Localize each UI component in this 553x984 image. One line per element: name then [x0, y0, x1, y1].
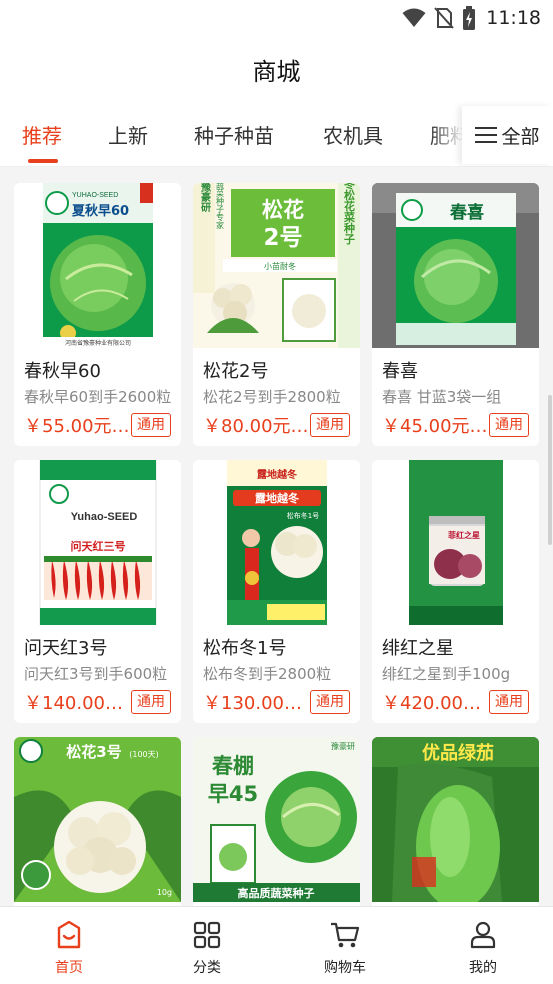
product-price: ￥420.00元/罐	[382, 693, 490, 714]
product-name: 松花2号	[203, 361, 269, 382]
product-card[interactable]: 菲红之星 绯红之星 绯红之星到手100g ￥420.00元/罐 通用	[372, 460, 539, 723]
svg-text:豫豪研: 豫豪研	[331, 741, 355, 751]
product-price: ￥45.00元/袋	[382, 416, 490, 437]
tab-seeds[interactable]: 种子种苗	[194, 120, 274, 149]
product-card[interactable]: 优品绿茄	[372, 737, 539, 906]
product-name: 春秋早60	[24, 361, 101, 382]
svg-text:露地越冬: 露地越冬	[255, 491, 299, 505]
product-tag: 通用	[131, 413, 171, 437]
wifi-icon	[402, 8, 426, 27]
svg-text:(100天): (100天)	[129, 750, 159, 759]
product-price: ￥55.00元/袋	[24, 416, 132, 437]
product-description: 绯红之星到手100g	[382, 665, 511, 683]
product-description: 春秋早60到手2600粒	[24, 388, 172, 406]
nav-home[interactable]: 首页	[0, 907, 138, 984]
product-image: 松花3号 (100天) 10g	[14, 737, 181, 902]
product-image: YUHAO-SEED 夏秋早60 河南省豫豪种业有限公司	[14, 183, 181, 348]
product-card[interactable]: 露地越冬 露地越冬 松布冬1号 松布冬1号 松布冬到手2800粒 ￥130.00…	[193, 460, 360, 723]
tabs-fade	[430, 106, 464, 164]
nav-category-label: 分类	[193, 960, 221, 976]
product-description: 松布冬到手2800粒	[203, 665, 332, 683]
svg-text:夏秋早60: 夏秋早60	[71, 203, 129, 219]
svg-text:露地越冬: 露地越冬	[257, 468, 297, 481]
all-categories-label: 全部	[501, 125, 540, 148]
tab-recommended[interactable]: 推荐	[22, 120, 62, 149]
category-grid-icon	[193, 921, 221, 949]
svg-text:10g: 10g	[157, 888, 172, 897]
scrollbar[interactable]	[548, 395, 552, 545]
nav-profile[interactable]: 我的	[414, 907, 552, 984]
svg-text:优品绿茄: 优品绿茄	[422, 742, 494, 764]
svg-text:2号: 2号	[263, 225, 302, 251]
product-tag: 通用	[489, 413, 529, 437]
product-image: 露地越冬 露地越冬 松布冬1号	[193, 460, 360, 625]
product-name: 绯红之星	[382, 638, 454, 659]
svg-text:河南省豫豪种业有限公司: 河南省豫豪种业有限公司	[65, 339, 131, 347]
product-description: 问天红3号到手600粒	[24, 665, 168, 683]
svg-text:早45: 早45	[208, 782, 258, 806]
user-icon	[470, 921, 496, 949]
product-image: 优品绿茄	[372, 737, 539, 902]
product-name: 春喜	[382, 361, 418, 382]
svg-text:高品质蔬菜种子: 高品质蔬菜种子	[238, 886, 315, 900]
product-description: 松花2号到手2800粒	[203, 388, 341, 406]
product-card[interactable]: 春喜 春喜 春喜 甘蓝3袋一组 ￥45.00元/袋 通用	[372, 183, 539, 446]
svg-text:YUHAO-SEED: YUHAO-SEED	[72, 192, 118, 199]
menu-icon	[475, 127, 498, 143]
product-tag: 通用	[131, 690, 171, 714]
page-title: 商城	[252, 58, 301, 86]
product-card[interactable]: YUHAO-SEED 夏秋早60 河南省豫豪种业有限公司 春秋早60 春秋早60…	[14, 183, 181, 446]
product-image: Yuhao-SEED 问天红三号	[14, 460, 181, 625]
product-card[interactable]: 松花3号 (100天) 10g	[14, 737, 181, 906]
nav-category[interactable]: 分类	[138, 907, 276, 984]
svg-text:松花3号: 松花3号	[66, 743, 121, 761]
nav-cart-label: 购物车	[324, 960, 366, 976]
product-name: 问天红3号	[24, 638, 108, 659]
svg-text:松花: 松花	[262, 198, 304, 222]
svg-text:豫豪研: 豫豪研	[199, 183, 211, 213]
svg-text:菲红之星: 菲红之星	[448, 530, 480, 540]
tab-new[interactable]: 上新	[108, 120, 148, 149]
svg-text:春喜: 春喜	[450, 202, 484, 223]
svg-text:露地越冬松花菜种子: 露地越冬松花菜种子	[343, 183, 357, 245]
product-image: 春喜	[372, 183, 539, 348]
product-tag: 通用	[310, 413, 350, 437]
product-price: ￥130.00元/袋	[203, 693, 311, 714]
cart-icon	[331, 922, 360, 948]
nav-profile-label: 我的	[469, 960, 497, 976]
home-icon	[57, 920, 81, 949]
nav-home-label: 首页	[55, 960, 83, 976]
product-name: 松布冬1号	[203, 638, 287, 659]
product-price: ￥80.00元/袋	[203, 416, 311, 437]
product-image: 豫豪研 春棚 早45 高品质蔬菜种子	[193, 737, 360, 902]
product-card[interactable]: 豫豪研 您的蔬菜种子专家 松花 2号 小苗耐冬 露地越冬松花菜种子 松花2号 松…	[193, 183, 360, 446]
product-card[interactable]: Yuhao-SEED 问天红三号 问天红3号 问天红3号到手600粒 ￥140.…	[14, 460, 181, 723]
product-image: 菲红之星	[372, 460, 539, 625]
product-tag: 通用	[489, 690, 529, 714]
battery-charging-icon	[463, 6, 476, 30]
nav-cart[interactable]: 购物车	[276, 907, 414, 984]
status-icons: 11:18	[402, 5, 541, 31]
status-bar: 11:18	[0, 0, 553, 36]
product-image: 豫豪研 您的蔬菜种子专家 松花 2号 小苗耐冬 露地越冬松花菜种子	[193, 183, 360, 348]
tab-farm-tools[interactable]: 农机具	[323, 120, 383, 149]
status-time: 11:18	[486, 7, 541, 29]
product-card[interactable]: 豫豪研 春棚 早45 高品质蔬菜种子	[193, 737, 360, 906]
svg-text:小苗耐冬: 小苗耐冬	[264, 261, 296, 271]
product-description: 春喜 甘蓝3袋一组	[382, 388, 502, 406]
product-tag: 通用	[310, 690, 350, 714]
product-grid: YUHAO-SEED 夏秋早60 河南省豫豪种业有限公司 春秋早60 春秋早60…	[0, 167, 553, 906]
all-categories-button[interactable]: 全部	[462, 106, 553, 164]
no-sim-icon	[434, 7, 454, 29]
svg-text:春棚: 春棚	[212, 754, 254, 778]
svg-text:松布冬1号: 松布冬1号	[287, 511, 319, 520]
product-price: ￥140.00元/袋	[24, 693, 132, 714]
svg-text:您的蔬菜种子专家: 您的蔬菜种子专家	[216, 183, 225, 229]
category-tabs: 推荐 上新 种子种苗 农机具 肥料 全部	[0, 106, 553, 167]
svg-text:Yuhao-SEED: Yuhao-SEED	[71, 511, 138, 523]
active-tab-indicator	[28, 159, 58, 163]
bottom-nav: 首页 分类 购物车 我的	[0, 906, 553, 984]
svg-text:问天红三号: 问天红三号	[71, 539, 126, 553]
